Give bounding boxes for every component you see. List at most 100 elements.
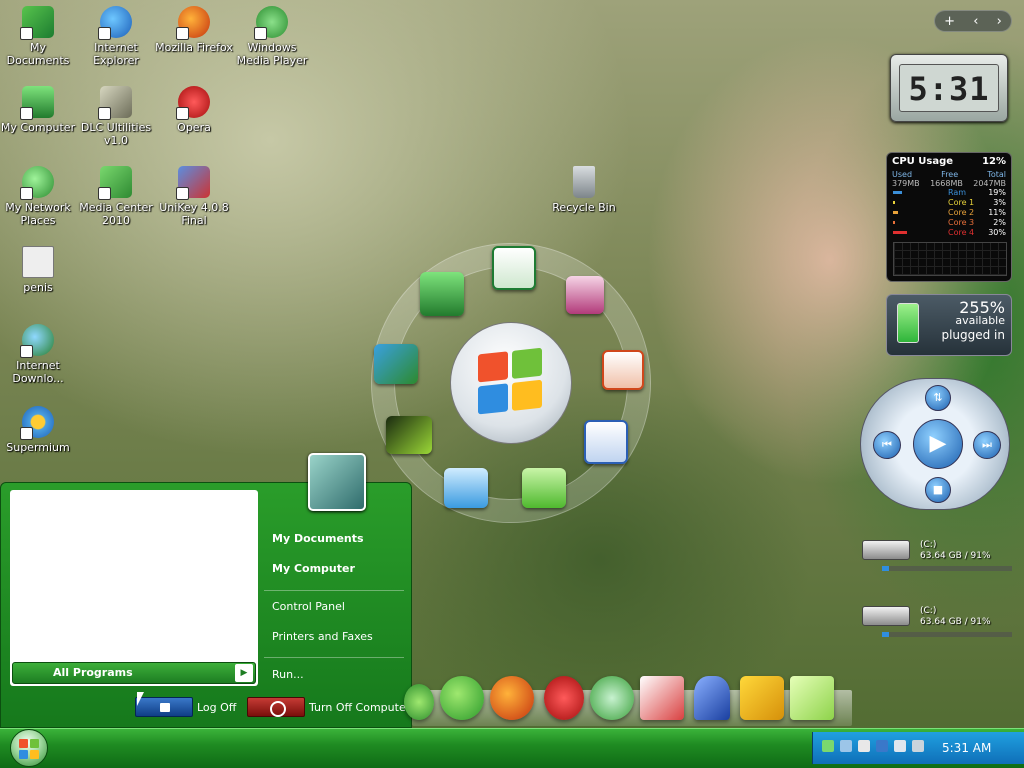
turn-off-button[interactable]	[247, 697, 305, 717]
desktop-icon-supermium[interactable]: Supermium	[0, 406, 78, 454]
connection-tray-icon[interactable]	[840, 740, 852, 752]
hard-drive-icon	[862, 606, 910, 626]
skype-icon[interactable]	[590, 676, 634, 720]
next-gadget-button[interactable]: ›	[997, 14, 1002, 29]
next-track-button[interactable]: ⏭	[973, 431, 1001, 459]
desktop-icon-network-places[interactable]: My Network Places	[0, 166, 78, 227]
cpu-history-graph	[893, 242, 1007, 276]
desktop-icon-opera[interactable]: Opera	[154, 86, 234, 134]
hard-drive-icon	[862, 540, 910, 560]
cpu-level-bar	[893, 201, 895, 204]
wallpaper-icon[interactable]	[386, 416, 432, 454]
drive-gadget-2[interactable]: (C:) 63.64 GB / 91%	[862, 606, 1012, 646]
turn-off-label[interactable]: Turn Off Computer	[309, 701, 410, 714]
unikey-tray-icon[interactable]	[876, 740, 888, 752]
word-icon[interactable]	[584, 420, 628, 464]
leaf-icon[interactable]	[404, 684, 434, 720]
desktop-icon-my-documents[interactable]: My Documents	[0, 6, 78, 67]
my-computer-icon[interactable]	[420, 272, 464, 316]
media-center-icon	[98, 166, 132, 200]
acrobat-icon[interactable]	[640, 676, 684, 720]
start-item-my-documents[interactable]: My Documents	[272, 532, 364, 545]
desktop-icon-internet-download[interactable]: Internet Downlo...	[0, 324, 78, 385]
file-icon	[22, 246, 54, 278]
usb-tray-icon[interactable]	[912, 740, 924, 752]
cpu-row-core2: Core 2 11%	[887, 208, 1011, 218]
internet-explorer-icon	[98, 6, 132, 40]
feather-icon[interactable]	[694, 676, 730, 720]
opera-icon[interactable]	[544, 676, 584, 720]
internet-explorer-icon[interactable]	[440, 676, 484, 720]
network-tray-icon[interactable]	[822, 740, 834, 752]
dlc-utilities-icon	[98, 86, 132, 120]
start-item-my-computer[interactable]: My Computer	[272, 562, 355, 575]
desktop-icon-file[interactable]: penis	[0, 246, 78, 294]
desktop-icon-recycle-bin[interactable]: Recycle Bin	[544, 166, 624, 214]
cpu-row-ram: Ram 19%	[887, 188, 1011, 198]
desktop-icon-my-computer[interactable]: My Computer	[0, 86, 78, 134]
start-item-printers-faxes[interactable]: Printers and Faxes	[272, 630, 373, 643]
cpu-total-percent: 12%	[982, 156, 1006, 167]
all-programs-button[interactable]: All Programs ▶	[12, 662, 256, 684]
tools-icon[interactable]	[740, 676, 784, 720]
supermium-icon	[20, 406, 54, 440]
desktop-icon-internet-explorer[interactable]: Internet Explorer	[76, 6, 156, 67]
windows-logo-icon	[478, 347, 544, 417]
cpu-usage-gadget[interactable]: CPU Usage 12% Used Free Total 379MB 1668…	[886, 152, 1012, 282]
drive-usage-fill	[882, 566, 889, 571]
recycle-bin-icon	[573, 166, 595, 198]
drive-usage-track	[882, 632, 1012, 637]
drive-usage-fill	[882, 632, 889, 637]
play-button[interactable]: ▶	[913, 419, 963, 469]
stop-button[interactable]: ■	[925, 477, 951, 503]
drive-gadget-1[interactable]: (C:) 63.64 GB / 91%	[862, 540, 1012, 580]
user-picture[interactable]	[308, 453, 366, 511]
cpu-level-bar	[893, 211, 898, 214]
opera-icon	[176, 86, 210, 120]
previous-gadget-button[interactable]: ‹	[973, 14, 978, 29]
drive-green-icon[interactable]	[522, 468, 566, 508]
unikey-icon	[176, 166, 210, 200]
cpu-title: CPU Usage	[892, 156, 954, 167]
previous-track-button[interactable]: ⏮	[873, 431, 901, 459]
desktop-icon-unikey[interactable]: UniKey 4.0.8 Final	[154, 166, 234, 227]
firefox-icon	[176, 6, 210, 40]
desktop-icon-dlc-utilities[interactable]: DLC Ultilities v1.0	[76, 86, 156, 147]
access-icon[interactable]	[566, 276, 604, 314]
battery-gadget[interactable]: 255% available plugged in	[886, 294, 1012, 356]
cpu-row-core3: Core 3 2%	[887, 218, 1011, 228]
drive-blue-icon[interactable]	[444, 468, 488, 508]
media-player-gadget: ⇅ ⏮ ▶ ⏭ ■	[860, 378, 1010, 510]
start-item-run[interactable]: Run...	[272, 668, 304, 681]
taskbar-clock[interactable]: 5:31 AM	[942, 741, 991, 755]
log-off-label[interactable]: Log Off	[197, 701, 236, 714]
mem-header-free: Free	[941, 170, 959, 179]
mem-header-used: Used	[892, 170, 913, 179]
shuffle-button[interactable]: ⇅	[925, 385, 951, 411]
start-item-control-panel[interactable]: Control Panel	[272, 600, 345, 613]
volume-tray-icon[interactable]	[894, 740, 906, 752]
internet-download-icon	[20, 324, 54, 358]
mem-used-value: 379MB	[892, 179, 920, 188]
start-button[interactable]	[10, 729, 48, 767]
battery-available-label: available	[955, 314, 1005, 327]
drive-name: (C:)	[920, 540, 937, 550]
desktop-icon-media-center[interactable]: Media Center 2010	[76, 166, 156, 227]
windows-media-player-icon	[254, 6, 288, 40]
gadget-controls: + ‹ ›	[934, 10, 1012, 32]
folder-icon[interactable]	[790, 676, 834, 720]
cpu-level-bar	[893, 191, 902, 194]
add-gadget-button[interactable]: +	[944, 14, 955, 29]
clock-gadget[interactable]: 5:31	[890, 54, 1008, 122]
desktop-icon-windows-media-player[interactable]: Windows Media Player	[232, 6, 312, 67]
cpu-row-core1: Core 1 3%	[887, 198, 1011, 208]
keyboard-tray-icon[interactable]	[858, 740, 870, 752]
cpu-level-bar	[893, 231, 907, 234]
mem-header-total: Total	[987, 170, 1006, 179]
excel-icon[interactable]	[492, 246, 536, 290]
contacts-icon[interactable]	[374, 344, 418, 384]
firefox-icon[interactable]	[490, 676, 534, 720]
battery-icon	[897, 303, 919, 343]
desktop-icon-firefox[interactable]: Mozilla Firefox	[154, 6, 234, 54]
powerpoint-icon[interactable]	[602, 350, 644, 390]
